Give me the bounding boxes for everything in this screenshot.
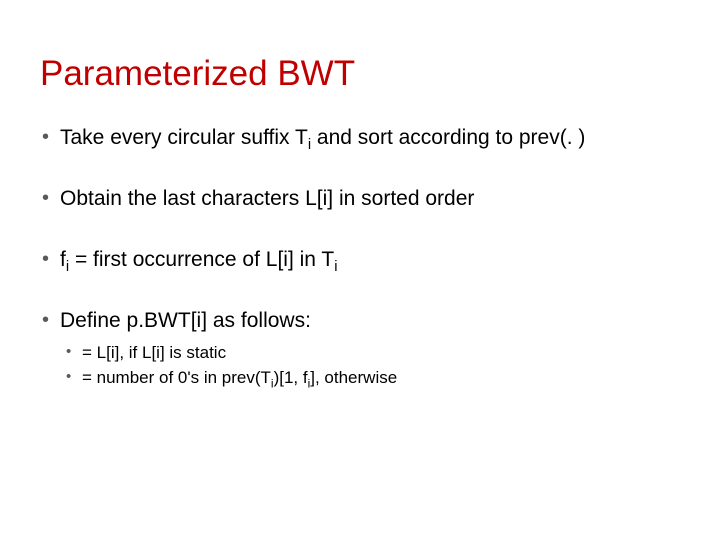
subscript: i (334, 259, 337, 275)
bullet-text: Take every circular suffix T (60, 126, 308, 149)
bullet-text: ], otherwise (310, 368, 397, 387)
sub-bullet-list: = L[i], if L[i] is static = number of 0'… (60, 341, 680, 391)
sub-bullet-item: = number of 0's in prev(Ti)[1, fi], othe… (60, 366, 680, 390)
bullet-item: Take every circular suffix Ti and sort a… (40, 124, 680, 151)
sub-bullet-item: = L[i], if L[i] is static (60, 341, 680, 365)
bullet-item: Define p.BWT[i] as follows: = L[i], if L… (40, 307, 680, 390)
bullet-text: = number of 0's in prev(T (82, 368, 271, 387)
bullet-text: Obtain the last characters L[i] in sorte… (60, 187, 474, 210)
slide: Parameterized BWT Take every circular su… (0, 0, 720, 540)
slide-title: Parameterized BWT (40, 55, 680, 94)
bullet-text: = L[i], if L[i] is static (82, 343, 226, 362)
bullet-item: Obtain the last characters L[i] in sorte… (40, 185, 680, 212)
bullet-text: = first occurrence of L[i] in T (69, 248, 334, 271)
bullet-text: Define p.BWT[i] as follows: (60, 309, 311, 332)
bullet-text: )[1, f (274, 368, 308, 387)
bullet-list: Take every circular suffix T i and sort a… (40, 124, 680, 391)
bullet-item: fi = first occurrence of L[i] in Ti (40, 246, 680, 273)
bullet-text: and sort according to prev(. ) (311, 126, 585, 149)
